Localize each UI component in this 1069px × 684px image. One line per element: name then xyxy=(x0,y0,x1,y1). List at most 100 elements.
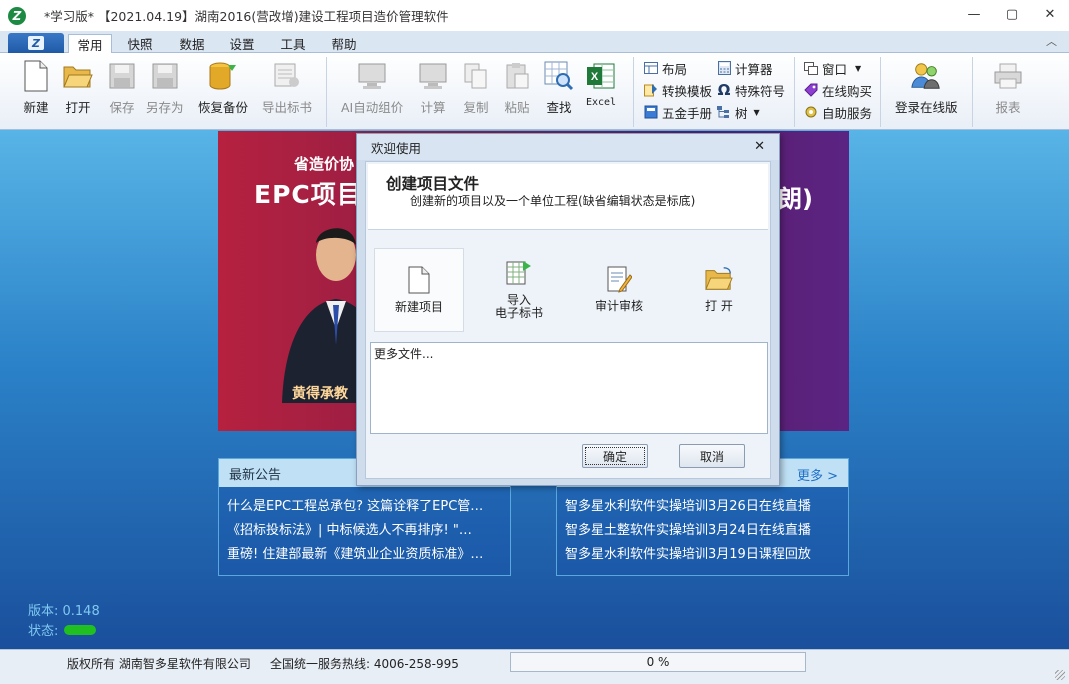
copyright-text: 版权所有 湖南智多星软件有限公司 xyxy=(67,657,251,671)
new-button-label: 新建 xyxy=(23,100,49,115)
state-label: 状态: xyxy=(28,624,59,639)
svg-text:X: X xyxy=(591,71,599,83)
open-label: 打 开 xyxy=(705,299,733,313)
self-service-button[interactable]: 自助服务 xyxy=(803,103,872,121)
list-item[interactable]: 智多星水利软件实操培训3月26日在线直播 xyxy=(557,492,848,516)
dialog-close-button[interactable]: ✕ xyxy=(754,139,765,154)
list-item[interactable]: 智多星土整软件实操培训3月24日在线直播 xyxy=(557,516,848,540)
computer-icon xyxy=(356,59,388,93)
ribbon-collapse-icon[interactable]: ︿ xyxy=(1046,33,1057,49)
new-button[interactable]: 新建 xyxy=(20,59,52,116)
calculate-computer-icon xyxy=(417,59,449,93)
ribbon-separator xyxy=(633,57,634,127)
new-project-icon xyxy=(405,265,433,295)
tree-label: 树 xyxy=(735,105,748,121)
login-online-button[interactable]: 登录在线版 xyxy=(895,59,958,116)
export-bid-icon xyxy=(271,59,303,93)
tree-button[interactable]: 树 ▼ xyxy=(716,103,760,121)
calculate-button[interactable]: 计算 xyxy=(417,59,449,116)
dialog-titlebar[interactable]: 欢迎使用 xyxy=(357,134,779,160)
close-button[interactable]: ✕ xyxy=(1031,0,1069,28)
excel-button[interactable]: X Excel xyxy=(585,59,617,108)
calculator-icon xyxy=(716,61,732,75)
open-option[interactable]: 打 开 xyxy=(674,248,764,332)
export-bid-button[interactable]: 导出标书 xyxy=(262,59,312,116)
calculator-button[interactable]: 计算器 xyxy=(716,59,773,77)
ribbon: 新建 打开 保存 另存为 恢复备份 导出标书 AI自动组价 计算 复制 粘贴 查… xyxy=(0,53,1069,130)
audit-label: 审计审核 xyxy=(594,299,643,313)
omega-icon: Ω xyxy=(717,81,731,99)
app-menu-button[interactable]: Z xyxy=(8,33,64,53)
more-link[interactable]: 更多 > xyxy=(797,465,838,484)
list-item[interactable]: 重磅! 住建部最新《建筑业企业资质标准》… xyxy=(219,540,510,564)
save-as-disk-icon xyxy=(149,59,181,93)
hardware-manual-button[interactable]: 五金手册 xyxy=(643,103,712,121)
recent-files-list[interactable]: 更多文件... xyxy=(370,342,768,434)
self-service-label: 自助服务 xyxy=(822,105,873,121)
tab-tools[interactable]: 工具 xyxy=(271,34,315,53)
restore-backup-button[interactable]: 恢复备份 xyxy=(198,59,248,116)
progress-bar: 0 % xyxy=(510,652,806,672)
copy-button[interactable]: 复制 xyxy=(460,59,492,116)
tab-data[interactable]: 数据 xyxy=(170,34,214,53)
self-service-gear-icon xyxy=(803,105,819,119)
tab-common[interactable]: 常用 xyxy=(68,34,112,53)
ai-price-label: AI自动组价 xyxy=(341,100,404,115)
save-as-button-label: 另存为 xyxy=(146,100,184,115)
maximize-button[interactable]: ▢ xyxy=(993,0,1031,28)
dialog-body: 创建项目文件 创建新的项目以及一个单位工程(缺省编辑状态是标底) 新建项目 导入… xyxy=(365,161,771,479)
paste-button[interactable]: 粘贴 xyxy=(501,59,533,116)
save-button[interactable]: 保存 xyxy=(106,59,138,116)
ok-button[interactable]: 确定 xyxy=(582,444,648,468)
open-folder-icon xyxy=(705,264,733,294)
cancel-button[interactable]: 取消 xyxy=(679,444,745,468)
find-button[interactable]: 查找 xyxy=(543,59,575,116)
list-item[interactable]: 智多星水利软件实操培训3月19日课程回放 xyxy=(557,540,848,564)
list-item[interactable]: 什么是EPC工程总承包? 这篇诠释了EPC管… xyxy=(219,492,510,516)
login-online-label: 登录在线版 xyxy=(895,100,958,115)
app-logo-icon: Z xyxy=(8,6,26,25)
status-indicator xyxy=(64,624,97,635)
import-bid-label: 导入 电子标书 xyxy=(494,293,543,320)
ai-price-button[interactable]: AI自动组价 xyxy=(341,59,403,116)
special-symbol-button[interactable]: Ω 特殊符号 xyxy=(716,81,785,99)
import-bid-option[interactable]: 导入 电子标书 xyxy=(474,242,564,326)
open-button[interactable]: 打开 xyxy=(62,59,94,116)
ribbon-separator xyxy=(794,57,795,127)
copy-label: 复制 xyxy=(463,100,489,115)
window-dropdown-icon: ▼ xyxy=(855,63,862,73)
state-row: 状态: xyxy=(28,620,97,639)
layout-icon xyxy=(643,61,659,75)
banner-headline: EPC项目 xyxy=(254,180,363,209)
more-files-link[interactable]: 更多文件... xyxy=(374,347,433,361)
list-item[interactable]: 《招标投标法》| 中标候选人不再排序! "… xyxy=(219,516,510,540)
online-purchase-button[interactable]: 在线购买 xyxy=(803,81,872,99)
tab-snapshot[interactable]: 快照 xyxy=(118,34,162,53)
resize-grip-icon[interactable] xyxy=(1055,670,1065,680)
tab-help[interactable]: 帮助 xyxy=(322,34,366,53)
convert-template-label: 转换模板 xyxy=(662,83,713,99)
title-bar: Z *学习版* 【2021.04.19】湖南2016(营改增)建设工程项目造价管… xyxy=(0,0,1069,31)
ribbon-separator xyxy=(972,57,973,127)
ribbon-separator xyxy=(326,57,327,127)
audit-option[interactable]: 审计审核 xyxy=(574,248,664,332)
calculator-label: 计算器 xyxy=(735,61,773,77)
minimize-button[interactable]: — xyxy=(955,0,993,28)
save-disk-icon xyxy=(106,59,138,93)
banner-top-text: 省造价协 xyxy=(294,155,355,173)
hardware-manual-label: 五金手册 xyxy=(662,105,713,121)
export-bid-label: 导出标书 xyxy=(262,100,313,115)
version-label: 版本: 0.148 xyxy=(28,604,100,619)
restore-backup-label: 恢复备份 xyxy=(198,100,249,115)
convert-template-button[interactable]: 转换模板 xyxy=(643,81,712,99)
progress-text: 0 % xyxy=(646,655,670,669)
purchase-tag-icon xyxy=(803,83,819,97)
layout-button[interactable]: 布局 xyxy=(643,59,687,77)
open-folder-icon xyxy=(62,59,94,93)
tree-icon xyxy=(716,105,732,119)
tab-settings[interactable]: 设置 xyxy=(220,34,264,53)
window-button[interactable]: 窗口 ▼ xyxy=(803,59,861,77)
report-button[interactable]: 报表 xyxy=(992,59,1024,116)
save-as-button[interactable]: 另存为 xyxy=(146,59,184,116)
new-project-option[interactable]: 新建项目 xyxy=(374,248,464,332)
